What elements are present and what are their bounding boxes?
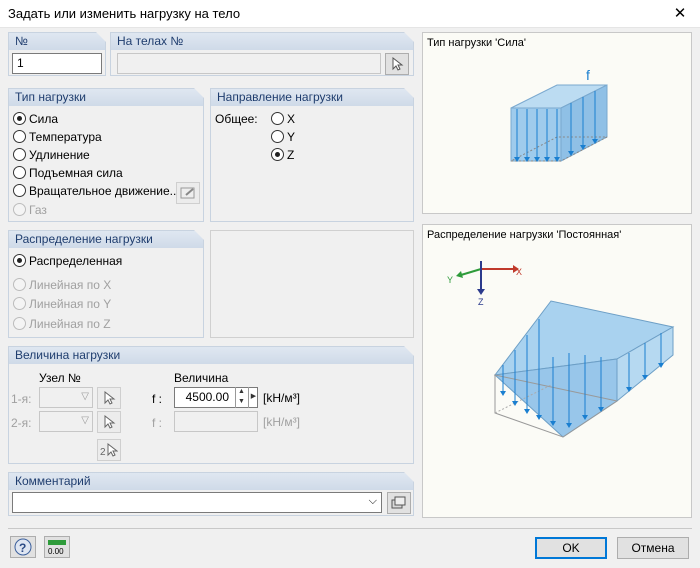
node1-select[interactable]: ▽ <box>39 387 93 408</box>
row2-label: 2-я: <box>11 416 32 430</box>
svg-text:X: X <box>516 267 522 277</box>
rotation-settings-button[interactable] <box>176 182 200 204</box>
magnitude-header: Величина нагрузки <box>9 346 414 364</box>
f1-spinner[interactable]: ▲ ▼ <box>235 387 247 408</box>
load-type-elongation-radio[interactable]: Удлинение <box>13 148 90 164</box>
load-type-temperature-radio[interactable]: Температура <box>13 130 102 146</box>
f1-value-input[interactable]: 4500.00 ▲ ▼ ▶ <box>174 387 258 408</box>
comment-group: Комментарий ⌵ <box>8 472 414 516</box>
number-header: № <box>9 32 106 50</box>
load-type-group: Тип нагрузки Сила Температура Удлинение … <box>8 88 204 222</box>
svg-text:Z: Z <box>478 297 484 307</box>
cancel-button[interactable]: Отмена <box>617 537 689 559</box>
distribution-linear-x-radio[interactable]: Линейная по X <box>13 278 111 294</box>
f2-unit: [kH/м³] <box>263 415 300 429</box>
load-type-lift-radio[interactable]: Подъемная сила <box>13 166 123 182</box>
chevron-down-icon[interactable]: ⌵ <box>369 495 377 508</box>
bodies-group: На телах № <box>110 32 414 76</box>
cursor-pick-icon <box>104 391 116 405</box>
close-icon[interactable]: ✕ <box>660 0 700 28</box>
number-input[interactable]: 1 <box>12 53 102 74</box>
force-box-diagram: f <box>510 67 608 162</box>
direction-y-radio[interactable]: Y <box>271 130 295 146</box>
bodies-input[interactable] <box>117 53 381 74</box>
pick-two-icon: 2 <box>100 443 118 457</box>
svg-text:0.00: 0.00 <box>48 547 64 555</box>
direction-x-radio[interactable]: X <box>271 112 295 128</box>
node-column-header: Узел № <box>39 371 81 385</box>
distribution-header: Распределение нагрузки <box>9 230 204 248</box>
distribution-linear-y-radio[interactable]: Линейная по Y <box>13 297 111 313</box>
library-icon <box>391 496 406 509</box>
number-group: № 1 <box>8 32 106 76</box>
pick-node1-button[interactable] <box>97 387 121 409</box>
load-type-gas-radio[interactable]: Газ <box>13 203 47 219</box>
comment-input[interactable]: ⌵ <box>12 492 382 513</box>
f-symbol: f <box>586 67 590 83</box>
distribution-diagram: X Y Z <box>447 261 675 438</box>
magnitude-group: Величина нагрузки Узел № Величина 1-я: ▽… <box>8 346 414 464</box>
svg-text:?: ? <box>19 541 26 555</box>
f1-label: f : <box>152 392 163 406</box>
load-type-preview: Тип нагрузки 'Сила' f <box>422 32 692 214</box>
units-decimal-icon: 0.00 <box>48 540 66 555</box>
direction-header: Направление нагрузки <box>211 88 414 106</box>
pick-two-nodes-button[interactable]: 2 <box>97 439 121 461</box>
f1-arrow-right[interactable]: ▶ <box>248 387 258 408</box>
ok-button[interactable]: OK <box>535 537 607 559</box>
comment-library-button[interactable] <box>387 492 411 514</box>
svg-text:2: 2 <box>100 447 106 457</box>
svg-text:Y: Y <box>447 275 453 285</box>
axes-icon: X Y Z <box>447 261 522 307</box>
load-type-header: Тип нагрузки <box>9 88 204 106</box>
cursor-pick-icon <box>392 57 404 71</box>
load-type-rotation-radio[interactable]: Вращательное движение... <box>13 184 180 200</box>
cursor-pick-icon <box>104 415 116 429</box>
help-icon: ? <box>14 538 32 556</box>
comment-header: Комментарий <box>9 472 414 490</box>
distribution-preview: Распределение нагрузки 'Постоянная' X Y … <box>422 224 692 518</box>
pick-bodies-button[interactable] <box>385 53 409 75</box>
edit-dialog-icon <box>180 187 195 199</box>
value-column-header: Величина <box>174 371 229 385</box>
bodies-header: На телах № <box>111 32 414 50</box>
f2-value-input[interactable] <box>174 411 258 432</box>
direction-group: Направление нагрузки Общее: X Y Z <box>210 88 414 222</box>
direction-z-radio[interactable]: Z <box>271 148 294 164</box>
units-button[interactable]: 0.00 <box>44 536 70 558</box>
distribution-uniform-radio[interactable]: Распределенная <box>13 254 122 270</box>
footer-separator <box>8 528 692 529</box>
title-bar: Задать или изменить нагрузку на тело ✕ <box>0 0 700 28</box>
f2-label: f : <box>152 416 163 430</box>
empty-panel <box>210 230 414 338</box>
pick-node2-button[interactable] <box>97 411 121 433</box>
f1-unit: [kH/м³] <box>263 391 300 405</box>
node2-select[interactable]: ▽ <box>39 411 93 432</box>
load-type-force-radio[interactable]: Сила <box>13 112 58 128</box>
window-title: Задать или изменить нагрузку на тело <box>8 6 241 21</box>
row1-label: 1-я: <box>11 392 32 406</box>
direction-general-label: Общее: <box>215 112 258 126</box>
distribution-group: Распределение нагрузки Распределенная Ли… <box>8 230 204 338</box>
help-button[interactable]: ? <box>10 536 36 558</box>
distribution-linear-z-radio[interactable]: Линейная по Z <box>13 317 111 333</box>
